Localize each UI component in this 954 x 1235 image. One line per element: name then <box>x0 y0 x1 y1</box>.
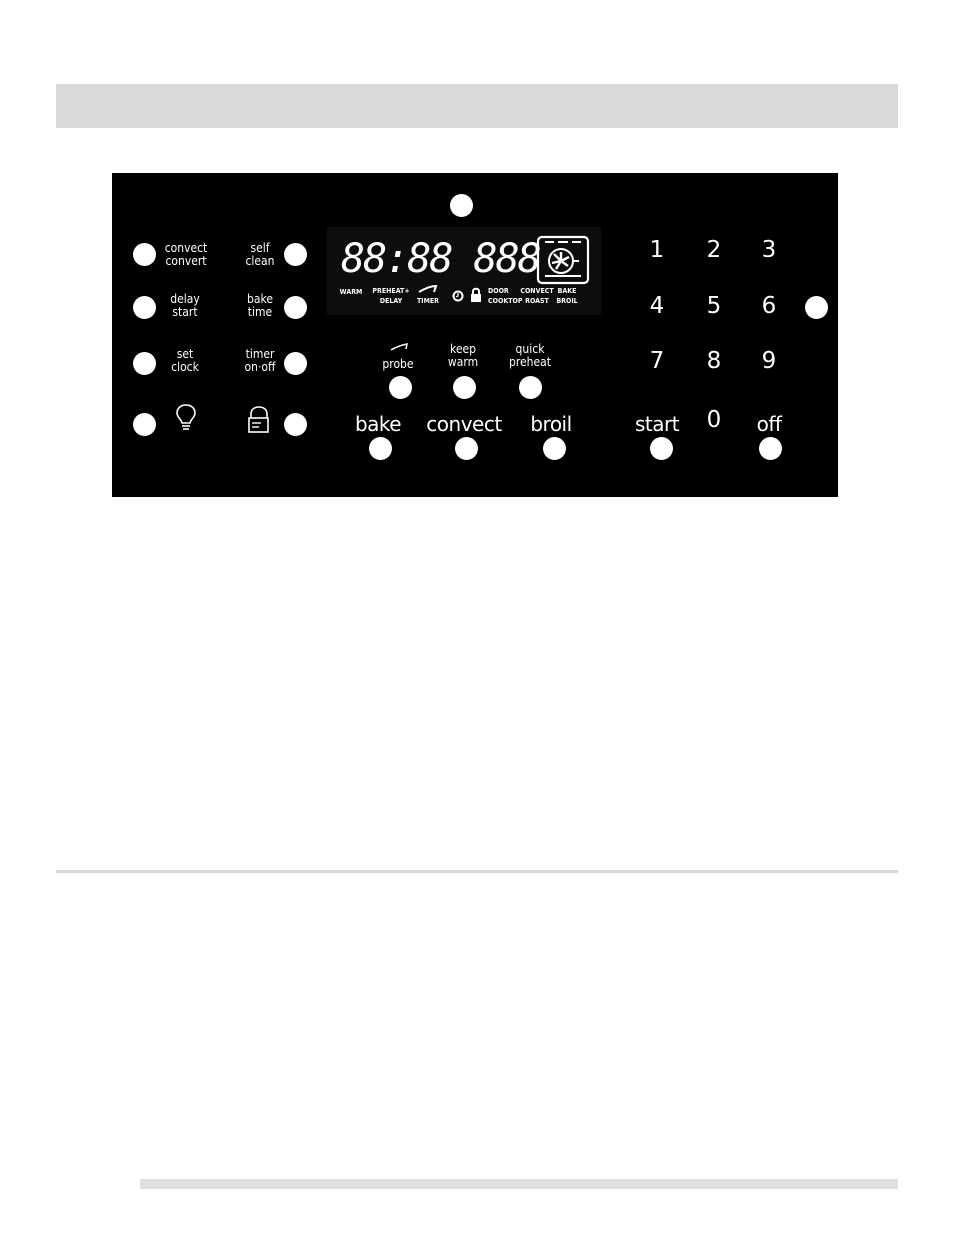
display-digits: 88:88 888 <box>341 236 542 282</box>
start-label: start <box>634 412 680 436</box>
delay-start-label: delay start <box>170 292 200 319</box>
broil-button[interactable] <box>543 437 566 460</box>
oven-control-panel: convect convert self clean delay start bake… <box>112 173 838 497</box>
probe-button[interactable] <box>389 376 412 399</box>
set-clock-button[interactable] <box>133 352 156 375</box>
clock-indicator-icon <box>452 290 464 302</box>
indicator-convect-roast: CONVECT ROAST <box>520 287 554 305</box>
lock-indicator-icon <box>471 287 481 302</box>
callout-dot-display[interactable] <box>450 194 473 217</box>
bake-time-label: bake time <box>247 292 273 319</box>
lcd-display: 88:88 888 WARM PREHEAT+ DELAY TIMER DOOR C… <box>327 227 601 315</box>
quick-preheat-button[interactable] <box>519 376 542 399</box>
keypad-2[interactable]: 2 <box>707 237 722 263</box>
start-button[interactable] <box>650 437 673 460</box>
off-label: off <box>756 412 782 436</box>
section-divider <box>56 870 898 873</box>
keypad-3[interactable]: 3 <box>762 237 777 263</box>
set-clock-label: set clock <box>171 347 199 374</box>
probe-icon <box>390 343 408 351</box>
header-bar <box>56 84 898 128</box>
self-clean-button[interactable] <box>284 243 307 266</box>
indicator-timer: TIMER <box>416 297 440 305</box>
keypad-9[interactable]: 9 <box>762 348 777 374</box>
keypad-1[interactable]: 1 <box>650 237 665 263</box>
control-lock-icon <box>248 406 269 433</box>
bake-label: bake <box>354 412 402 436</box>
footer-bar <box>140 1179 898 1189</box>
convect-convert-button[interactable] <box>133 243 156 266</box>
keypad-6[interactable]: 6 <box>762 293 777 319</box>
keypad-4[interactable]: 4 <box>650 293 665 319</box>
convect-label: convect <box>426 412 502 436</box>
keypad-8[interactable]: 8 <box>707 348 722 374</box>
off-button[interactable] <box>759 437 782 460</box>
keypad-5[interactable]: 5 <box>707 293 722 319</box>
convect-button[interactable] <box>455 437 478 460</box>
indicator-bake-broil: BAKE BROIL <box>556 287 578 305</box>
keypad-7[interactable]: 7 <box>650 348 665 374</box>
keep-warm-label: keep warm <box>447 342 479 369</box>
probe-label: probe <box>382 357 414 371</box>
convection-fan-icon <box>536 235 590 285</box>
probe-indicator-icon <box>418 284 438 293</box>
timer-on-off-label: timer on·off <box>244 347 276 374</box>
bake-time-button[interactable] <box>284 296 307 319</box>
keep-warm-button[interactable] <box>453 376 476 399</box>
callout-dot-keypad[interactable] <box>805 296 828 319</box>
timer-on-off-button[interactable] <box>284 352 307 375</box>
convect-convert-label: convect convert <box>164 241 208 268</box>
self-clean-label: self clean <box>245 241 275 268</box>
light-bulb-icon <box>176 404 196 430</box>
oven-light-button[interactable] <box>133 413 156 436</box>
control-lock-button[interactable] <box>284 413 307 436</box>
broil-label: broil <box>530 412 572 436</box>
indicator-preheat-delay: PREHEAT+ DELAY <box>372 287 410 305</box>
delay-start-button[interactable] <box>133 296 156 319</box>
keypad-0[interactable]: 0 <box>707 407 722 433</box>
indicator-warm: WARM <box>339 288 363 296</box>
quick-preheat-label: quick preheat <box>508 342 552 369</box>
bake-button[interactable] <box>369 437 392 460</box>
indicator-door-cooktop: DOOR COOKTOP <box>488 287 523 305</box>
